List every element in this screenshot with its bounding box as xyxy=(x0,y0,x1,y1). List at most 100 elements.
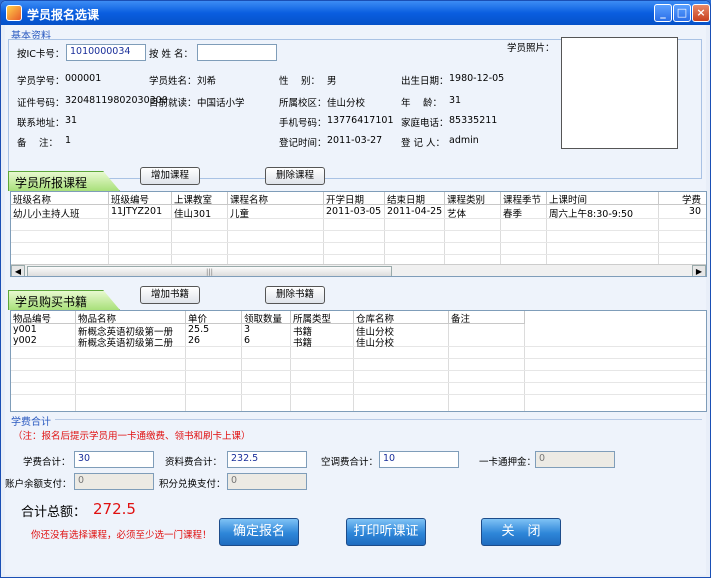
courses-table: 班级名称 班级编号 上课教室 课程名称 开学日期 结束日期 课程类别 课程季节 … xyxy=(10,191,707,277)
registrar-value: admin xyxy=(449,135,479,146)
book-price: 26 xyxy=(188,335,201,346)
course-col-time[interactable]: 上课时间 xyxy=(547,192,659,206)
name-search-input[interactable] xyxy=(197,44,277,61)
address-value: 31 xyxy=(65,115,78,126)
window-title: 学员报名选课 xyxy=(27,8,100,22)
birth-date-label: 出生日期： xyxy=(401,76,449,87)
add-book-button[interactable]: 增加书籍 xyxy=(140,286,200,304)
book-col-type[interactable]: 所属类型 xyxy=(291,311,354,325)
book-remark xyxy=(449,335,525,347)
mobile-value: 13776417101 xyxy=(327,115,394,126)
card-number-input[interactable]: 1010000034 xyxy=(66,44,146,61)
id-number-label: 证件号码： xyxy=(17,98,65,109)
student-name-value: 刘希 xyxy=(197,76,217,87)
minimize-button[interactable]: _ xyxy=(654,4,672,22)
remark-label: 备 注： xyxy=(17,138,59,149)
title-bar[interactable]: 学员报名选课 _ □ × xyxy=(1,1,710,25)
home-phone-value: 85335211 xyxy=(449,115,498,126)
course-name: 儿童 xyxy=(230,209,250,218)
tab-purchased-books[interactable]: 学员购买书籍 xyxy=(8,290,120,310)
current-school-label: 目前就读： xyxy=(149,98,197,109)
register-time-value: 2011-03-27 xyxy=(327,135,383,146)
book-warehouse: 佳山分校 xyxy=(356,338,395,347)
student-name-label: 学员姓名： xyxy=(149,76,197,87)
delete-course-button[interactable]: 删除课程 xyxy=(265,167,325,185)
scroll-right-icon[interactable]: ▶ xyxy=(692,265,706,276)
birth-date-value: 1980-12-05 xyxy=(449,73,505,84)
courses-hscrollbar[interactable]: ◀ ||| ▶ xyxy=(11,264,706,276)
campus-label: 所属校区： xyxy=(279,98,327,109)
age-value: 31 xyxy=(449,95,462,106)
book-code: y002 xyxy=(13,335,37,346)
points-pay-label: 积分兑换支付： xyxy=(159,479,226,490)
course-category: 艺体 xyxy=(447,209,467,218)
course-col-season[interactable]: 课程季节 xyxy=(501,192,547,206)
material-total-label: 资料费合计： xyxy=(165,457,223,468)
student-photo xyxy=(561,37,678,149)
fees-section-label: 学费合计 xyxy=(11,417,51,428)
course-end-date: 2011-04-25 xyxy=(387,206,443,217)
course-class-name: 幼儿小主持人班 xyxy=(13,209,80,218)
deposit-input[interactable]: 0 xyxy=(535,451,615,468)
gender-label: 性 别： xyxy=(279,76,321,87)
course-col-tuition[interactable]: 学费 xyxy=(659,192,706,206)
book-col-remark[interactable]: 备注 xyxy=(449,311,525,325)
delete-book-button[interactable]: 删除书籍 xyxy=(265,286,325,304)
course-col-start-date[interactable]: 开学日期 xyxy=(324,192,385,206)
close-window-button[interactable]: × xyxy=(692,4,710,22)
course-class-code: 11JTYZ201 xyxy=(111,206,163,217)
course-time: 周六上午8:30-9:50 xyxy=(549,209,634,218)
book-col-name[interactable]: 物品名称 xyxy=(76,311,186,325)
tab-enrolled-courses[interactable]: 学员所报课程 xyxy=(8,171,120,191)
home-phone-label: 家庭电话： xyxy=(401,118,449,129)
balance-pay-input[interactable]: 0 xyxy=(74,473,154,490)
book-quantity: 6 xyxy=(244,335,251,346)
material-total-input[interactable]: 232.5 xyxy=(227,451,307,468)
course-season: 春季 xyxy=(503,209,523,218)
book-col-code[interactable]: 物品编号 xyxy=(11,311,76,325)
fees-note: （注：报名后提示学员用一卡通缴费、领书和刷卡上课） xyxy=(13,431,251,442)
gender-value: 男 xyxy=(327,76,337,87)
confirm-enroll-button[interactable]: 确定报名 xyxy=(219,518,299,546)
mobile-label: 手机号码： xyxy=(279,118,327,129)
grand-total-label: 合计总额： xyxy=(21,505,87,520)
course-col-category[interactable]: 课程类别 xyxy=(445,192,501,206)
course-col-course-name[interactable]: 课程名称 xyxy=(228,192,324,206)
add-course-button[interactable]: 增加课程 xyxy=(140,167,200,185)
scroll-left-icon[interactable]: ◀ xyxy=(11,265,25,276)
campus-value: 佳山分校 xyxy=(327,98,366,109)
book-type: 书籍 xyxy=(293,338,313,347)
enrollment-window: 学员报名选课 _ □ × 基本资料 按IC卡号： 1010000034 按 姓 … xyxy=(0,0,711,578)
book-name: 新概念英语初级第二册 xyxy=(78,338,174,347)
deposit-label: 一卡通押金： xyxy=(479,457,537,468)
registrar-label: 登 记 人： xyxy=(401,138,446,149)
tuition-total-input[interactable]: 30 xyxy=(74,451,154,468)
close-button[interactable]: 关 闭 xyxy=(481,518,561,546)
no-course-warning: 你还没有选择课程，必须至少选一门课程！ xyxy=(31,530,212,541)
photo-label: 学员照片： xyxy=(507,43,555,54)
print-pass-button[interactable]: 打印听课证 xyxy=(346,518,426,546)
course-tuition: 30 xyxy=(688,206,701,217)
course-start-date: 2011-03-05 xyxy=(326,206,382,217)
book-col-price[interactable]: 单价 xyxy=(186,311,242,325)
course-col-class-code[interactable]: 班级编号 xyxy=(109,192,172,206)
course-col-classroom[interactable]: 上课教室 xyxy=(172,192,228,206)
register-time-label: 登记时间： xyxy=(279,138,327,149)
grand-total-value: 272.5 xyxy=(93,500,136,518)
main-content: 基本资料 按IC卡号： 1010000034 按 姓 名： 学员照片： 学员学号… xyxy=(5,25,707,575)
book-col-quantity[interactable]: 领取数量 xyxy=(242,311,291,325)
course-col-class-name[interactable]: 班级名称 xyxy=(11,192,109,206)
books-table: 物品编号 物品名称 单价 领取数量 所属类型 仓库名称 备注 y001 新概念英… xyxy=(10,310,707,412)
maximize-button[interactable]: □ xyxy=(673,4,691,22)
name-search-label: 按 姓 名： xyxy=(149,49,194,60)
current-school-value: 中国话小学 xyxy=(197,98,245,109)
ac-total-label: 空调费合计： xyxy=(321,457,379,468)
book-col-warehouse[interactable]: 仓库名称 xyxy=(354,311,449,325)
course-classroom: 佳山301 xyxy=(174,209,212,218)
student-id-value: 000001 xyxy=(65,73,102,84)
points-pay-input[interactable]: 0 xyxy=(227,473,307,490)
student-id-label: 学员学号： xyxy=(17,76,65,87)
course-col-end-date[interactable]: 结束日期 xyxy=(385,192,445,206)
scroll-thumb[interactable]: ||| xyxy=(27,266,392,276)
ac-total-input[interactable]: 10 xyxy=(379,451,459,468)
